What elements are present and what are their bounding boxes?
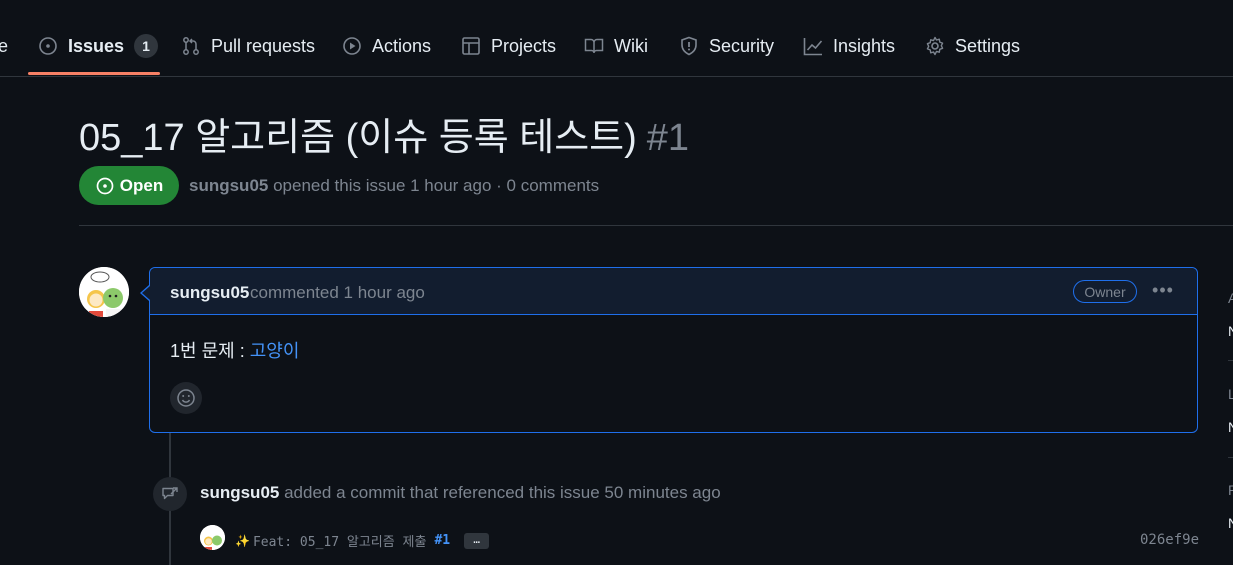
active-tab-indicator xyxy=(28,72,160,75)
tab-pull-requests-label: Pull requests xyxy=(211,35,316,56)
tab-actions[interactable]: Actions xyxy=(342,26,431,66)
sidebar-heading-partial: A xyxy=(1228,290,1233,306)
sparkles-icon: ✨ xyxy=(235,533,250,548)
issue-reference-link[interactable]: #1 xyxy=(434,533,450,548)
tab-settings-label: Settings xyxy=(955,35,1021,56)
tab-code-label: e xyxy=(0,35,9,56)
cross-reference-icon xyxy=(162,487,178,500)
tab-actions-label: Actions xyxy=(372,35,432,56)
smiley-icon xyxy=(177,389,195,407)
owner-badge: Owner xyxy=(1073,280,1137,303)
git-pull-request-icon xyxy=(183,37,199,55)
timeline-event: sungsu05 added a commit that referenced … xyxy=(200,483,721,503)
tab-projects[interactable]: Projects xyxy=(461,26,556,66)
play-icon xyxy=(343,37,361,55)
status-badge-label: Open xyxy=(119,175,164,195)
issue-title-text: 05_17 알고리즘 (이슈 등록 테스트) xyxy=(79,117,637,159)
table-icon xyxy=(462,37,480,55)
sidebar-heading-partial: L xyxy=(1228,386,1233,402)
timeline-event-text: added a commit that referenced this issu… xyxy=(284,483,721,502)
sidebar-value-partial: N xyxy=(1228,515,1233,531)
issue-opened-icon xyxy=(39,37,57,55)
comment-body: 1번 문제 : 고양이 xyxy=(170,337,299,363)
avatar-image xyxy=(200,525,225,550)
avatar-image xyxy=(79,267,129,317)
tab-security[interactable]: Security xyxy=(679,26,774,66)
commit-sha-link[interactable]: 026ef9e xyxy=(1140,532,1199,548)
status-badge: Open xyxy=(79,166,179,205)
header-divider xyxy=(79,225,1233,226)
issue-meta: sungsu05 opened this issue 1 hour ago · … xyxy=(189,176,599,196)
tab-wiki[interactable]: Wiki xyxy=(584,26,648,66)
issue-opened-icon xyxy=(96,177,114,194)
issue-number: #1 xyxy=(646,117,690,159)
timeline-author-link[interactable]: sungsu05 xyxy=(200,483,279,502)
tab-wiki-label: Wiki xyxy=(614,35,648,56)
comment-header: sungsu05 commented 1 hour ago Owner ••• xyxy=(150,268,1197,315)
tab-issues[interactable]: Issues 1 xyxy=(38,26,159,66)
sidebar-divider xyxy=(1228,360,1233,361)
tab-settings[interactable]: Settings xyxy=(925,26,1020,66)
avatar[interactable] xyxy=(79,267,129,317)
issues-counter: 1 xyxy=(134,34,159,58)
comment-timestamp[interactable]: commented 1 hour ago xyxy=(250,283,425,303)
comment-author-link[interactable]: sungsu05 xyxy=(170,283,249,303)
tab-issues-label: Issues xyxy=(68,35,125,56)
issue-title: 05_17 알고리즘 (이슈 등록 테스트) #1 xyxy=(79,106,689,161)
comment-body-link[interactable]: 고양이 xyxy=(250,341,300,361)
add-reaction-button[interactable] xyxy=(170,382,202,414)
cross-reference-badge xyxy=(153,477,187,511)
commit-row: ✨ Feat: 05_17 알고리즘 제출 #1 … xyxy=(235,531,490,550)
sidebar-heading-partial: P xyxy=(1228,482,1233,498)
tab-pull-requests[interactable]: Pull requests xyxy=(181,26,315,66)
tab-insights[interactable]: Insights xyxy=(803,26,895,66)
issue-author-link[interactable]: sungsu05 xyxy=(189,176,268,195)
tab-insights-label: Insights xyxy=(833,35,896,56)
comment-caret-inner xyxy=(142,286,150,300)
sidebar-value-partial: N xyxy=(1228,419,1233,435)
issue-meta-text: opened this issue 1 hour ago · 0 comment… xyxy=(273,176,600,195)
repo-nav: e Issues 1 Pull requests Actions Project… xyxy=(0,0,1233,77)
tab-security-label: Security xyxy=(709,35,775,56)
comment-body-text: 1번 문제 : xyxy=(170,341,250,361)
issue-comment: sungsu05 commented 1 hour ago Owner ••• … xyxy=(149,267,1198,433)
gear-icon xyxy=(926,36,944,56)
commit-message-link[interactable]: Feat: 05_17 알고리즘 제출 xyxy=(253,531,427,550)
shield-icon xyxy=(681,36,697,56)
sidebar-value-partial: N xyxy=(1228,323,1233,339)
tab-projects-label: Projects xyxy=(491,35,557,56)
expand-commit-button[interactable]: … xyxy=(464,532,490,549)
commit-author-avatar[interactable] xyxy=(200,525,225,550)
book-icon xyxy=(584,38,604,54)
sidebar-divider xyxy=(1228,457,1233,458)
tab-code-partial[interactable]: e xyxy=(0,26,8,66)
comment-menu-button[interactable]: ••• xyxy=(1150,278,1176,302)
graph-icon xyxy=(803,38,823,56)
